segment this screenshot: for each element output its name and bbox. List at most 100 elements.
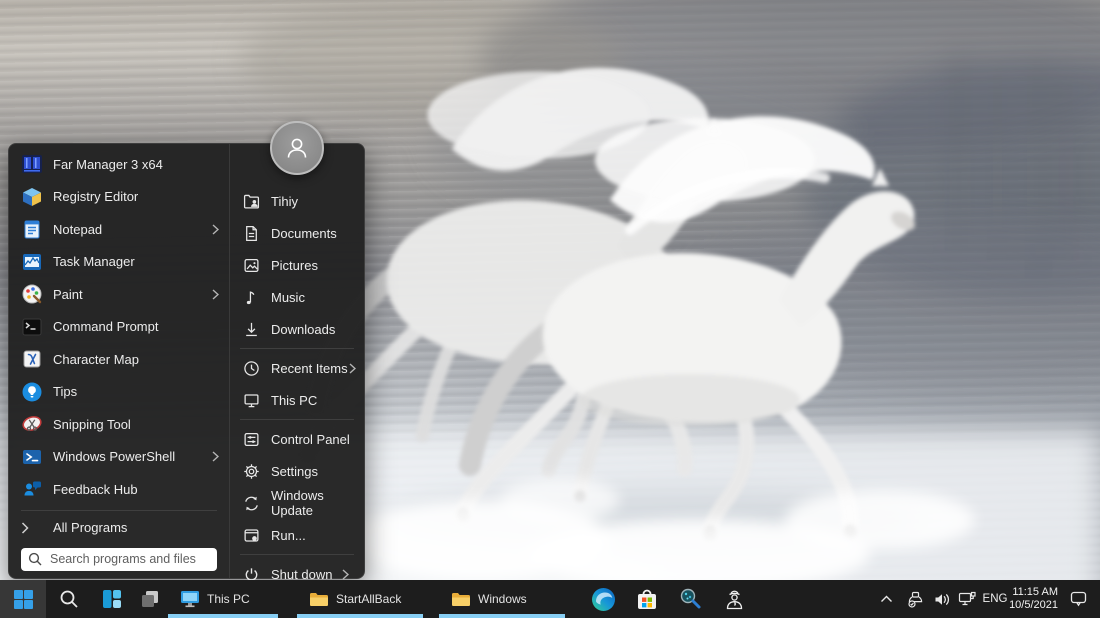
search-icon: [28, 552, 42, 566]
start-menu-item-notepad[interactable]: Notepad: [9, 213, 229, 246]
menu-item-label: Task Manager: [53, 254, 135, 270]
network-tray-icon[interactable]: [954, 580, 980, 618]
start-menu-item-character-map[interactable]: Character Map: [9, 343, 229, 376]
menu-item-label: Command Prompt: [53, 319, 159, 335]
start-menu: Far Manager 3 x64 Registry Editor Notepa…: [8, 121, 365, 582]
start-icon: [13, 589, 33, 609]
menu-item-label: Paint: [53, 286, 83, 302]
start-menu-right-column: Tihiy Documents Pictures Music Downloads: [229, 144, 364, 582]
tray-overflow-button[interactable]: [874, 580, 898, 618]
windows-update-icon: [243, 495, 260, 512]
start-menu-item-settings[interactable]: Settings: [230, 455, 364, 487]
menu-item-label: Recent Items: [271, 360, 348, 376]
tray-time: 11:15 AM: [1012, 586, 1058, 598]
active-window-indicator: [439, 614, 565, 618]
start-menu-item-snipping-tool[interactable]: Snipping Tool: [9, 408, 229, 441]
taskbar-search-button[interactable]: [50, 580, 88, 618]
start-menu-item-documents[interactable]: Documents: [230, 217, 364, 249]
store-button[interactable]: [628, 580, 666, 618]
start-menu-item-pictures[interactable]: Pictures: [230, 249, 364, 281]
usb-eject-icon: [908, 591, 923, 608]
menu-item-label: Far Manager 3 x64: [53, 156, 163, 172]
task-view-button[interactable]: [132, 580, 168, 618]
menu-divider: [240, 554, 354, 555]
chevron-right-icon: [212, 224, 219, 235]
menu-item-label: Control Panel: [271, 431, 350, 447]
edge-icon: [591, 587, 615, 611]
volume-tray-icon[interactable]: [929, 580, 955, 618]
start-menu-item-windows-powershell[interactable]: Windows PowerShell: [9, 441, 229, 474]
all-programs-label: All Programs: [53, 520, 128, 535]
tray-clock[interactable]: 11:15 AM 10/5/2021: [1006, 580, 1058, 618]
taskbar-button-label: Windows: [478, 592, 527, 606]
far-manager-icon: [21, 153, 43, 175]
start-menu-item-run[interactable]: Run...: [230, 519, 364, 551]
taskbar-button-startallback[interactable]: StartAllBack: [295, 580, 425, 618]
network-icon: [958, 591, 976, 606]
speaker-icon: [935, 593, 949, 605]
user-folder-icon: [243, 193, 260, 210]
tips-icon: [21, 381, 43, 403]
snipping-tool-icon: [21, 413, 43, 435]
taskbar-button-label: StartAllBack: [336, 592, 402, 606]
chevron-right-icon: [212, 289, 219, 300]
control-panel-icon: [243, 431, 260, 448]
search-icon: [60, 590, 78, 608]
command-prompt-icon: [21, 316, 43, 338]
recent-items-icon: [243, 360, 260, 377]
taskbar-widgets-button[interactable]: [93, 580, 131, 618]
menu-item-label: Music: [271, 289, 305, 305]
taskbar-button-windows[interactable]: Windows: [437, 580, 567, 618]
edge-browser-button[interactable]: [584, 580, 622, 618]
start-menu-item-tips[interactable]: Tips: [9, 376, 229, 409]
search-box[interactable]: [21, 547, 217, 571]
start-menu-item-downloads[interactable]: Downloads: [230, 313, 364, 345]
music-icon: [243, 289, 260, 306]
desktop-screen: Far Manager 3 x64 Registry Editor Notepa…: [0, 0, 1100, 618]
start-menu-item-this-pc[interactable]: This PC: [230, 384, 364, 416]
taskbar-button-this-pc[interactable]: This PC: [166, 580, 280, 618]
notepad-icon: [21, 218, 43, 240]
usb-eject-tray-icon[interactable]: [902, 580, 929, 618]
start-menu-item-command-prompt[interactable]: Command Prompt: [9, 311, 229, 344]
start-menu-left-column: Far Manager 3 x64 Registry Editor Notepa…: [9, 144, 229, 578]
folder-icon: [452, 592, 470, 606]
documents-icon: [243, 225, 260, 242]
menu-divider: [21, 509, 217, 511]
start-menu-item-user[interactable]: Tihiy: [230, 185, 364, 217]
search-tool-icon: [680, 588, 701, 609]
menu-item-label: Character Map: [53, 351, 139, 367]
all-programs-button[interactable]: All Programs: [9, 515, 229, 541]
pictures-icon: [243, 257, 260, 274]
tray-date: 10/5/2021: [1009, 599, 1058, 611]
folder-icon: [310, 592, 328, 606]
menu-item-label: Pictures: [271, 257, 318, 273]
menu-item-label: Tihiy: [271, 193, 298, 209]
menu-item-label: Settings: [271, 463, 318, 479]
taskbar: This PC StartAllBack Windows ENG 11:15 A…: [0, 580, 1100, 618]
start-menu-item-windows-update[interactable]: Windows Update: [230, 487, 364, 519]
active-window-indicator: [297, 614, 423, 618]
start-menu-item-feedback-hub[interactable]: Feedback Hub: [9, 473, 229, 506]
chevron-right-icon: [21, 521, 43, 534]
store-icon: [638, 589, 656, 609]
chevron-right-icon: [349, 362, 356, 374]
start-menu-item-task-manager[interactable]: Task Manager: [9, 246, 229, 279]
menu-item-label: Registry Editor: [53, 189, 139, 205]
start-menu-item-recent-items[interactable]: Recent Items: [230, 352, 364, 384]
resource-hacker-button[interactable]: [715, 580, 753, 618]
start-menu-item-registry-editor[interactable]: Registry Editor: [9, 181, 229, 214]
notification-center-button[interactable]: [1062, 580, 1094, 618]
menu-divider: [240, 419, 354, 420]
menu-item-label: Downloads: [271, 321, 336, 337]
start-menu-item-control-panel[interactable]: Control Panel: [230, 423, 364, 455]
start-menu-item-paint[interactable]: Paint: [9, 278, 229, 311]
menu-item-label: Documents: [271, 225, 337, 241]
start-menu-item-music[interactable]: Music: [230, 281, 364, 313]
start-menu-item-far-manager[interactable]: Far Manager 3 x64: [9, 148, 229, 181]
menu-item-label: This PC: [271, 392, 318, 408]
start-button[interactable]: [0, 580, 46, 618]
search-input[interactable]: [48, 551, 210, 567]
search-tool-button[interactable]: [671, 580, 709, 618]
powershell-icon: [21, 446, 43, 468]
